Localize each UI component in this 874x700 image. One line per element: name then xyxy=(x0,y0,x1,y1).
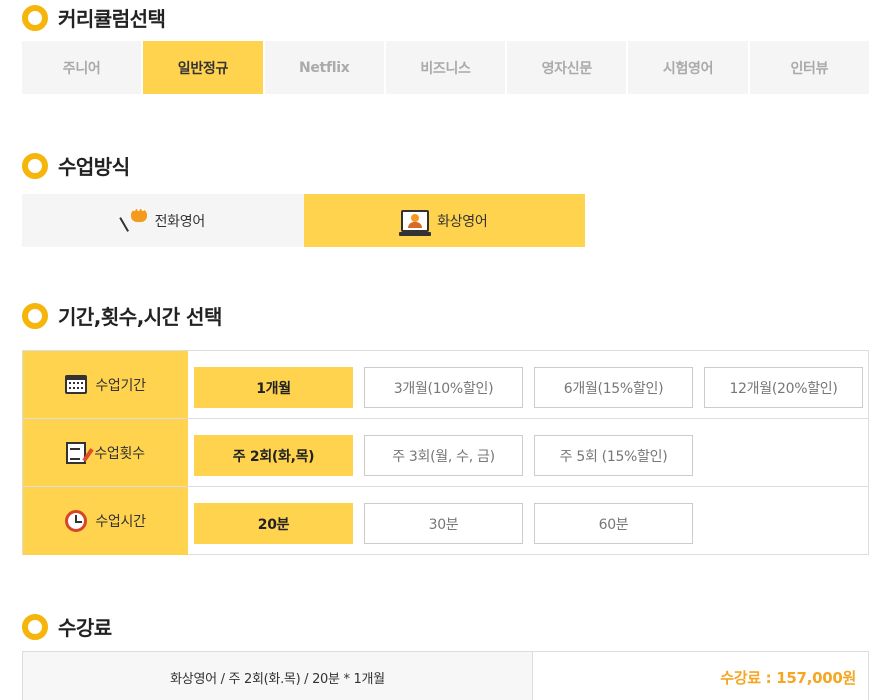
period-1-month-button[interactable]: 1개월 xyxy=(194,367,353,408)
duration-30-button[interactable]: 30분 xyxy=(364,503,523,544)
tab-newspaper[interactable]: 영자신문 xyxy=(507,41,627,94)
method-phone-button[interactable]: 전화영어 xyxy=(22,194,304,247)
section-title-options: 기간,횟수,시간 선택 xyxy=(22,301,222,330)
period-6-month-button[interactable]: 6개월(15%할인) xyxy=(534,367,693,408)
frequency-3-button[interactable]: 주 3회(월, 수, 금) xyxy=(364,435,523,476)
tab-exam[interactable]: 시험영어 xyxy=(628,41,748,94)
method-selector: 전화영어 화상영어 xyxy=(22,194,585,247)
duration-row: 수업시간 20분 30분 60분 xyxy=(23,487,868,555)
method-phone-label: 전화영어 xyxy=(154,213,206,230)
tab-interview[interactable]: 인터뷰 xyxy=(749,41,869,94)
phone-chat-icon xyxy=(118,206,147,234)
frequency-label: 수업횟수 xyxy=(23,419,188,486)
tab-junior[interactable]: 주니어 xyxy=(22,41,142,94)
period-3-month-button[interactable]: 3개월(10%할인) xyxy=(364,367,523,408)
duration-60-button[interactable]: 60분 xyxy=(534,503,693,544)
frequency-5-button[interactable]: 주 5회 (15%할인) xyxy=(534,435,693,476)
method-video-label: 화상영어 xyxy=(437,213,488,230)
circle-bullet-icon xyxy=(22,613,48,640)
period-label: 수업기간 xyxy=(23,351,188,418)
section-title-fee: 수강료 xyxy=(22,612,112,641)
video-call-icon xyxy=(399,209,432,236)
tab-regular[interactable]: 일반정규 xyxy=(143,41,263,94)
fee-summary: 화상영어 / 주 2회(화.목) / 20분 * 1개월 xyxy=(23,652,533,700)
frequency-row: 수업횟수 주 2회(화,목) 주 3회(월, 수, 금) 주 5회 (15%할인… xyxy=(23,419,868,487)
frequency-2-button[interactable]: 주 2회(화,목) xyxy=(194,435,353,476)
circle-bullet-icon xyxy=(22,4,48,31)
method-video-button[interactable]: 화상영어 xyxy=(303,194,585,247)
options-table: 수업기간 1개월 3개월(10%할인) 6개월(15%할인) 12개월(20%할… xyxy=(22,350,869,555)
duration-label: 수업시간 xyxy=(23,487,188,555)
period-row: 수업기간 1개월 3개월(10%할인) 6개월(15%할인) 12개월(20%할… xyxy=(23,351,868,419)
circle-bullet-icon xyxy=(22,302,48,329)
curriculum-tabs: 주니어 일반정규 Netflix 비즈니스 영자신문 시험영어 인터뷰 xyxy=(22,41,869,94)
section-title-method: 수업방식 xyxy=(22,151,130,180)
note-pencil-icon xyxy=(66,441,87,464)
clock-icon xyxy=(65,510,88,532)
fee-price: 수강료 : 157,000원 xyxy=(720,668,856,687)
calendar-icon xyxy=(65,375,88,394)
duration-20-button[interactable]: 20분 xyxy=(194,503,353,544)
tab-netflix[interactable]: Netflix xyxy=(264,41,384,94)
circle-bullet-icon xyxy=(22,152,48,179)
fee-box: 화상영어 / 주 2회(화.목) / 20분 * 1개월 수강료 : 157,0… xyxy=(22,651,869,700)
section-title-curriculum: 커리큘럼선택 xyxy=(22,3,166,32)
period-12-month-button[interactable]: 12개월(20%할인) xyxy=(704,367,863,408)
tab-business[interactable]: 비즈니스 xyxy=(385,41,506,94)
